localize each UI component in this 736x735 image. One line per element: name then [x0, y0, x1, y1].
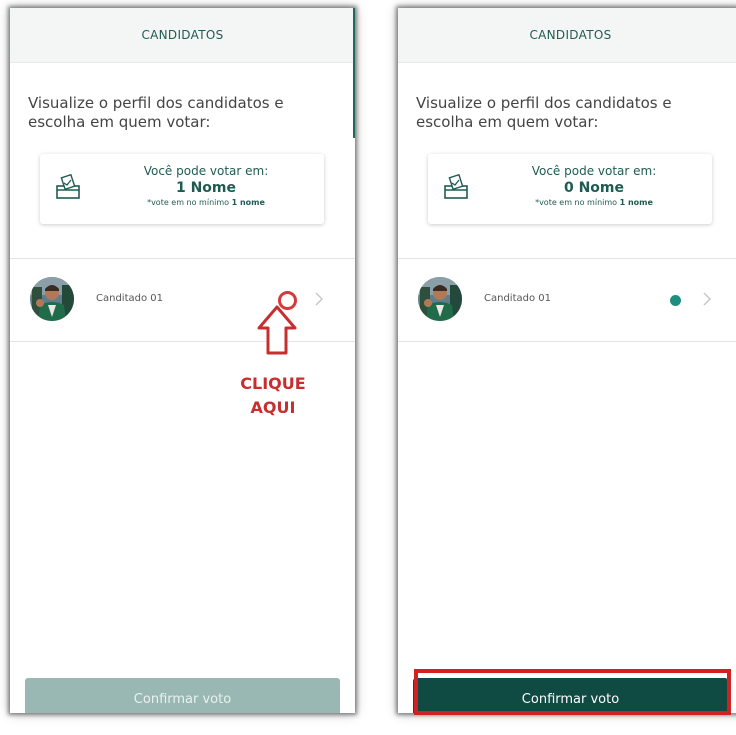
highlight-box — [414, 669, 731, 715]
vote-quota-card: Você pode votar em: 1 Nome *vote em no m… — [40, 154, 324, 224]
chevron-right-icon[interactable] — [314, 291, 324, 307]
confirm-vote-button[interactable]: Confirmar voto — [25, 678, 340, 713]
intro-text: Visualize o perfil dos candidatos e esco… — [416, 94, 672, 131]
vote-hint-bold: 1 nome — [231, 198, 265, 207]
candidate-row[interactable]: Canditado 01 — [10, 258, 355, 342]
vote-quota-count: 0 Nome — [563, 180, 625, 196]
phone-screen-before: CANDIDATOS Visualize o perfil dos candid… — [10, 8, 355, 713]
vote-hint-prefix: *vote em no mínimo — [535, 198, 620, 207]
vote-quota-hint: *vote em no mínimo 1 nome — [488, 197, 700, 209]
avatar-photo — [30, 277, 74, 321]
annotation-line1: CLIQUE — [240, 374, 306, 393]
ballot-box-icon — [56, 174, 80, 199]
page-title: CANDIDATOS — [529, 28, 612, 42]
ballot-box-icon — [444, 174, 468, 199]
vote-quota-text: Você pode votar em: 0 Nome *vote em no m… — [488, 164, 700, 209]
selected-indicator[interactable] — [670, 295, 681, 306]
avatar-photo — [418, 277, 462, 321]
scroll-indicator — [353, 8, 355, 138]
page-title: CANDIDATOS — [141, 28, 224, 42]
app-header: CANDIDATOS — [10, 8, 355, 63]
chevron-right-icon[interactable] — [702, 291, 712, 307]
vote-quota-hint: *vote em no mínimo 1 nome — [100, 197, 312, 209]
candidate-name: Canditado 01 — [96, 293, 163, 304]
vote-hint-bold: 1 nome — [619, 198, 653, 207]
candidate-name: Canditado 01 — [484, 293, 551, 304]
vote-quota-label: Você pode votar em: — [531, 164, 657, 178]
vote-quota-count: 1 Nome — [175, 180, 237, 196]
avatar — [30, 277, 74, 321]
phone-screen-after: CANDIDATOS Visualize o perfil dos candid… — [398, 8, 736, 713]
vote-quota-label: Você pode votar em: — [143, 164, 269, 178]
vote-quota-card: Você pode votar em: 0 Nome *vote em no m… — [428, 154, 712, 224]
vote-hint-prefix: *vote em no mínimo — [147, 198, 232, 207]
annotation-line2: AQUI — [250, 398, 296, 417]
candidate-row[interactable]: Canditado 01 — [398, 258, 736, 342]
arrow-up-icon — [257, 305, 297, 355]
avatar — [418, 277, 462, 321]
click-here-annotation: CLIQUE AQUI — [228, 372, 318, 420]
app-header: CANDIDATOS — [398, 8, 736, 63]
vote-quota-text: Você pode votar em: 1 Nome *vote em no m… — [100, 164, 312, 209]
intro-text: Visualize o perfil dos candidatos e esco… — [28, 94, 284, 131]
